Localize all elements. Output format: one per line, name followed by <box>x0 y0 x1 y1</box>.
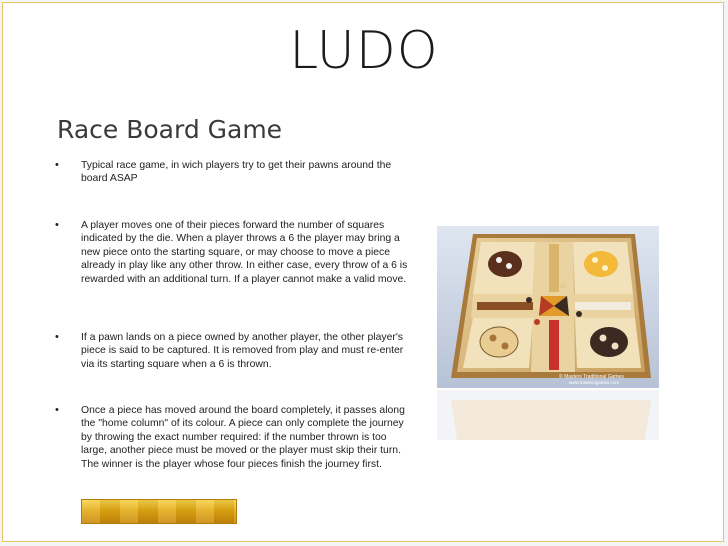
bullet-text: Once a piece has moved around the board … <box>81 405 405 470</box>
bullet-text: A player moves one of their pieces forwa… <box>81 220 408 285</box>
image-reflection <box>437 390 659 440</box>
image-caption-url: www.mastersgames.com <box>569 380 619 385</box>
bullet-item: • Typical race game, in wich players try… <box>55 159 415 187</box>
bullet-text: Typical race game, in wich players try t… <box>81 160 392 185</box>
image-caption: © Masters Traditional Games <box>559 373 624 380</box>
ludo-board-illustration: © Masters Traditional Games www.mastersg… <box>437 226 659 388</box>
bullet-dot: • <box>55 219 59 231</box>
bullet-dot: • <box>55 159 59 171</box>
bullet-item: • Once a piece has moved around the boar… <box>55 404 415 484</box>
bullet-text: If a pawn lands on a piece owned by anot… <box>81 332 404 370</box>
ludo-board-image: © Masters Traditional Games www.mastersg… <box>437 226 659 388</box>
bullet-item: • If a pawn lands on a piece owned by an… <box>55 331 415 373</box>
bullet-dot: • <box>55 331 59 343</box>
gold-decorative-bar <box>81 499 237 524</box>
bullet-item: • A player moves one of their pieces for… <box>55 219 415 299</box>
slide-subtitle: Race Board Game <box>57 115 283 144</box>
slide-title: LUDO <box>289 21 439 81</box>
bullet-dot: • <box>55 404 59 416</box>
